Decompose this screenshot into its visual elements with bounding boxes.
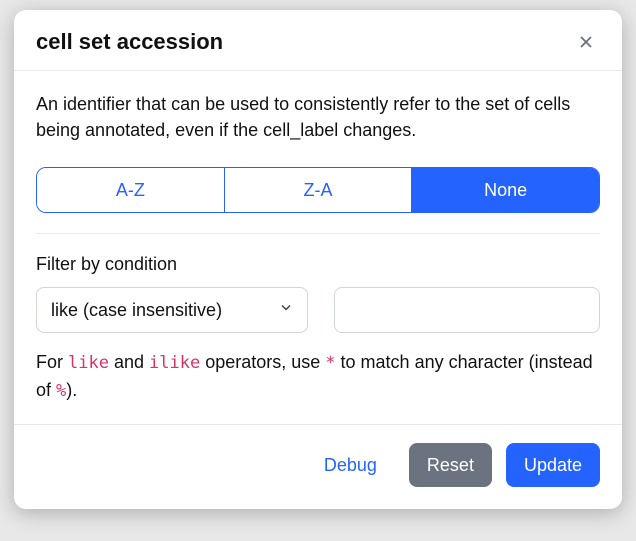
- filter-row: like (case insensitive): [36, 287, 600, 333]
- helper-code-percent: %: [56, 381, 66, 401]
- filter-value-input[interactable]: [334, 287, 600, 333]
- helper-code-ilike: ilike: [149, 353, 200, 373]
- helper-text-fragment: and: [109, 352, 149, 372]
- modal-header: cell set accession: [14, 10, 622, 71]
- sort-option-none[interactable]: None: [411, 168, 599, 212]
- divider: [36, 233, 600, 234]
- sort-option-az[interactable]: A-Z: [37, 168, 224, 212]
- modal-body: An identifier that can be used to consis…: [14, 71, 622, 424]
- helper-code-star: *: [325, 353, 335, 373]
- helper-text-fragment: operators, use: [200, 352, 325, 372]
- filter-operator-value: like (case insensitive): [36, 287, 308, 333]
- close-button[interactable]: [572, 28, 600, 56]
- helper-code-like: like: [68, 353, 109, 373]
- filter-section-label: Filter by condition: [36, 254, 600, 275]
- helper-text-fragment: ).: [66, 380, 77, 400]
- filter-helper-text: For like and ilike operators, use * to m…: [36, 349, 600, 404]
- close-icon: [576, 32, 596, 52]
- sort-segmented-control: A-Z Z-A None: [36, 167, 600, 213]
- update-button[interactable]: Update: [506, 443, 600, 487]
- modal-title: cell set accession: [36, 29, 223, 55]
- column-settings-modal: cell set accession An identifier that ca…: [14, 10, 622, 509]
- modal-footer: Debug Reset Update: [14, 424, 622, 509]
- reset-button[interactable]: Reset: [409, 443, 492, 487]
- filter-operator-select[interactable]: like (case insensitive): [36, 287, 308, 333]
- debug-button[interactable]: Debug: [306, 443, 395, 487]
- column-description: An identifier that can be used to consis…: [36, 91, 600, 143]
- helper-text-fragment: For: [36, 352, 68, 372]
- sort-option-za[interactable]: Z-A: [224, 168, 412, 212]
